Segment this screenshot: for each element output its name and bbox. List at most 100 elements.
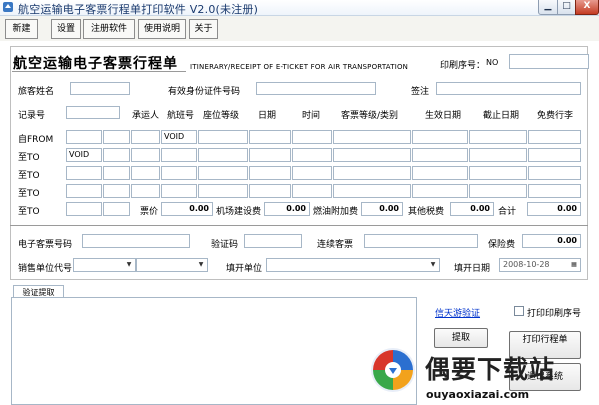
to3-baggage-cell[interactable] — [528, 184, 581, 198]
to2-valid-to-cell[interactable] — [469, 166, 527, 180]
to1-carrier-cell[interactable] — [131, 148, 160, 162]
to-label-2: 至TO — [18, 171, 40, 181]
to2-valid-from-cell[interactable] — [412, 166, 468, 180]
from-time-cell[interactable] — [292, 130, 332, 144]
to3-code-cell[interactable] — [103, 184, 130, 198]
issuer-label: 填开单位 — [226, 264, 263, 274]
to3-class-cell[interactable] — [198, 184, 248, 198]
about-button[interactable]: 关于 — [189, 19, 218, 39]
fuel-surcharge-input[interactable]: 0.00 — [361, 202, 403, 216]
from-city-cell[interactable] — [66, 130, 102, 144]
flight-header: 航班号 — [167, 111, 195, 121]
title-underline — [12, 71, 186, 72]
from-flight-cell[interactable]: VOID — [161, 130, 197, 144]
to1-flight-cell[interactable] — [161, 148, 197, 162]
from-date-cell[interactable] — [249, 130, 291, 144]
fare-input[interactable]: 0.00 — [161, 202, 213, 216]
to2-carrier-cell[interactable] — [131, 166, 160, 180]
verify-code-input[interactable] — [244, 234, 302, 248]
from-carrier-cell[interactable] — [131, 130, 160, 144]
from-valid-to-cell[interactable] — [469, 130, 527, 144]
pnr-input[interactable] — [66, 106, 120, 119]
print-serial-prefix: NO — [486, 58, 499, 67]
register-button[interactable]: 注册软件 — [83, 19, 135, 39]
insurance-input[interactable]: 0.00 — [522, 234, 581, 248]
to1-code-cell[interactable] — [103, 148, 130, 162]
calendar-icon[interactable]: ▦ — [569, 260, 579, 270]
to2-date-cell[interactable] — [249, 166, 291, 180]
to3-valid-from-cell[interactable] — [412, 184, 468, 198]
agent-code-select[interactable]: ▼ — [73, 258, 136, 272]
to3-date-cell[interactable] — [249, 184, 291, 198]
to1-time-cell[interactable] — [292, 148, 332, 162]
from-baggage-cell[interactable] — [528, 130, 581, 144]
to2-city-cell[interactable] — [66, 166, 102, 180]
total-label: 合计 — [498, 207, 517, 217]
to1-baggage-cell[interactable] — [528, 148, 581, 162]
to2-fare-basis-cell[interactable] — [333, 166, 411, 180]
agent-code-label: 销售单位代号 — [18, 264, 73, 274]
baggage-header: 免费行李 — [537, 111, 574, 121]
issue-date-label: 填开日期 — [454, 264, 491, 274]
total-input[interactable]: 0.00 — [527, 202, 581, 216]
endorsement-input[interactable] — [436, 82, 581, 95]
form-subtitle: ITINERARY/RECEIPT OF E-TICKET FOR AIR TR… — [190, 63, 409, 71]
time-header: 时间 — [302, 111, 321, 121]
to1-date-cell[interactable] — [249, 148, 291, 162]
to3-carrier-cell[interactable] — [131, 184, 160, 198]
issue-date-picker[interactable]: 2008-10-28 ▦ — [499, 258, 581, 272]
to3-valid-to-cell[interactable] — [469, 184, 527, 198]
verify-link[interactable]: 信天游验证 — [435, 306, 480, 319]
valid-from-header: 生效日期 — [425, 111, 462, 121]
other-tax-label: 其他税费 — [408, 207, 445, 217]
to2-baggage-cell[interactable] — [528, 166, 581, 180]
minimize-button[interactable]: ▁ — [538, 0, 558, 15]
title-bar: 航空运输电子客票行程单打印软件 V2.0(未注册) ▁ □ X — [0, 0, 599, 16]
verify-code-label: 验证码 — [211, 240, 239, 250]
endorsement-label: 签注 — [411, 87, 430, 97]
to2-time-cell[interactable] — [292, 166, 332, 180]
to3-flight-cell[interactable] — [161, 184, 197, 198]
agent-sub-select[interactable]: ▼ — [136, 258, 208, 272]
extract-button[interactable]: 提取 — [434, 328, 488, 348]
from-fare-basis-cell[interactable] — [333, 130, 411, 144]
class-header: 座位等级 — [203, 111, 240, 121]
conjunction-input[interactable] — [364, 234, 478, 248]
passenger-name-input[interactable] — [70, 82, 130, 95]
to3-time-cell[interactable] — [292, 184, 332, 198]
other-tax-input[interactable]: 0.00 — [450, 202, 494, 216]
from-label: 自FROM — [18, 135, 54, 145]
to1-valid-from-cell[interactable] — [412, 148, 468, 162]
to1-city-cell[interactable]: VOID — [66, 148, 102, 162]
print-itinerary-label: 打印行程单 — [522, 335, 568, 345]
to1-fare-basis-cell[interactable] — [333, 148, 411, 162]
issuer-select[interactable]: ▼ — [266, 258, 440, 272]
to1-class-cell[interactable] — [198, 148, 248, 162]
window-title: 航空运输电子客票行程单打印软件 V2.0(未注册) — [18, 3, 259, 16]
date-header: 日期 — [258, 111, 277, 121]
id-number-input[interactable] — [256, 82, 376, 95]
from-code-cell[interactable] — [103, 130, 130, 144]
eticket-input[interactable] — [82, 234, 190, 248]
maximize-button[interactable]: □ — [557, 0, 576, 15]
settings-button[interactable]: 设置 — [51, 19, 81, 39]
chevron-down-icon: ▼ — [198, 261, 204, 268]
print-serial-checkbox[interactable] — [514, 306, 524, 316]
to2-code-cell[interactable] — [103, 166, 130, 180]
airport-fee-input[interactable]: 0.00 — [264, 202, 310, 216]
print-serial-input[interactable] — [509, 54, 589, 69]
to2-class-cell[interactable] — [198, 166, 248, 180]
to3-fare-basis-cell[interactable] — [333, 184, 411, 198]
from-class-cell[interactable] — [198, 130, 248, 144]
new-button[interactable]: 新建 — [5, 19, 38, 39]
to4-city-cell[interactable] — [66, 202, 102, 216]
watermark: 偶要下载站 ouyaoxiazai.com — [369, 346, 599, 405]
from-valid-from-cell[interactable] — [412, 130, 468, 144]
to2-flight-cell[interactable] — [161, 166, 197, 180]
to3-city-cell[interactable] — [66, 184, 102, 198]
help-button[interactable]: 使用说明 — [138, 19, 186, 39]
to1-valid-to-cell[interactable] — [469, 148, 527, 162]
verify-panel — [11, 297, 417, 405]
close-button[interactable]: X — [575, 0, 599, 15]
to4-code-cell[interactable] — [103, 202, 130, 216]
